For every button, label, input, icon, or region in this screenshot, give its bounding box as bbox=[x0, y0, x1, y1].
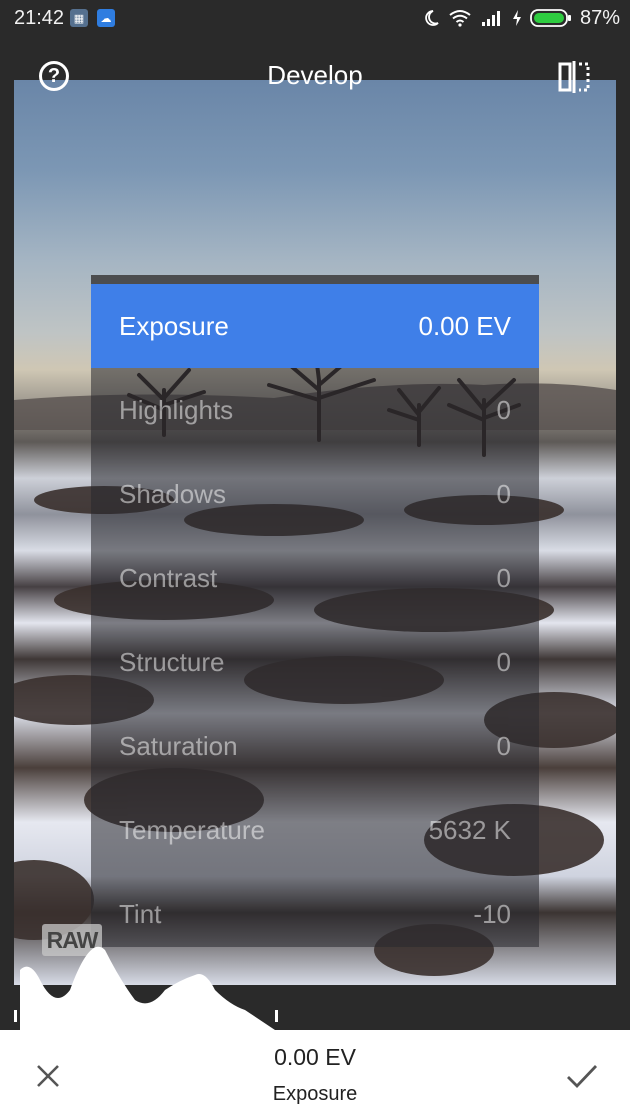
page-title: Develop bbox=[267, 60, 363, 90]
adjustment-menu: Exposure 0.00 EV Highlights 0 Shadows 0 … bbox=[91, 275, 539, 947]
menu-item-label: Shadows bbox=[119, 478, 226, 509]
menu-item-value: 0 bbox=[496, 646, 511, 677]
menu-item-saturation[interactable]: Saturation 0 bbox=[91, 704, 539, 788]
wifi-icon bbox=[449, 10, 471, 27]
menu-item-highlights[interactable]: Highlights 0 bbox=[91, 368, 539, 452]
menu-item-value: -10 bbox=[473, 898, 511, 929]
menu-item-exposure[interactable]: Exposure 0.00 EV bbox=[91, 284, 539, 368]
cloud-app-icon: ☁ bbox=[97, 9, 115, 27]
adjustment-label: Exposure bbox=[272, 1083, 358, 1105]
compare-icon[interactable] bbox=[556, 60, 592, 94]
menu-item-value: 0.00 EV bbox=[418, 310, 511, 341]
histogram bbox=[14, 946, 278, 1030]
menu-item-value: 0 bbox=[496, 394, 511, 425]
bottom-bar: 0.00 EV Exposure bbox=[0, 1030, 630, 1120]
moon-icon bbox=[425, 10, 439, 26]
adjustment-value: 0.00 EV bbox=[274, 1044, 356, 1070]
status-indicators: 87% bbox=[422, 6, 620, 30]
battery-percentage: 87% bbox=[579, 6, 620, 29]
charging-icon bbox=[512, 10, 521, 26]
histogram-marker-left bbox=[14, 1010, 17, 1022]
menu-item-value: 0 bbox=[496, 562, 511, 593]
menu-item-label: Tint bbox=[119, 898, 162, 929]
status-bar: 21:42 ▦ ☁ 87% bbox=[0, 0, 630, 36]
signal-icon bbox=[481, 11, 500, 26]
menu-item-value: 0 bbox=[496, 478, 511, 509]
menu-item-label: Contrast bbox=[119, 562, 218, 593]
menu-item-temperature[interactable]: Temperature 5632 K bbox=[91, 788, 539, 872]
menu-item-contrast[interactable]: Contrast 0 bbox=[91, 536, 539, 620]
menu-item-structure[interactable]: Structure 0 bbox=[91, 620, 539, 704]
menu-item-label: Structure bbox=[119, 646, 225, 677]
notification-app-icon: ▦ bbox=[70, 9, 88, 27]
status-time: 21:42 bbox=[14, 7, 65, 29]
apply-button[interactable] bbox=[562, 1058, 602, 1094]
battery-icon bbox=[530, 9, 571, 27]
menu-item-label: Temperature bbox=[119, 814, 265, 845]
menu-item-value: 5632 K bbox=[428, 814, 511, 845]
menu-item-shadows[interactable]: Shadows 0 bbox=[91, 452, 539, 536]
menu-item-label: Exposure bbox=[119, 310, 229, 341]
histogram-marker-right bbox=[275, 1010, 278, 1022]
menu-item-value: 0 bbox=[496, 730, 511, 761]
menu-item-label: Saturation bbox=[119, 730, 238, 761]
menu-item-label: Highlights bbox=[119, 394, 234, 425]
